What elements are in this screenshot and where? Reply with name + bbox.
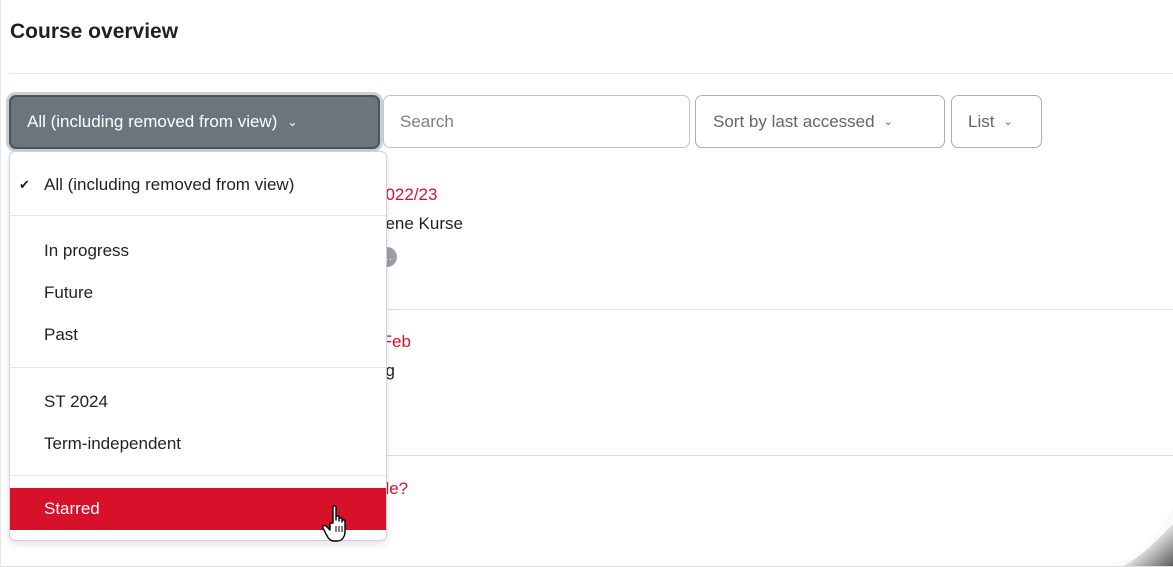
dropdown-item-past[interactable]: Past bbox=[10, 314, 386, 356]
chevron-down-icon: ⌄ bbox=[883, 116, 893, 128]
sort-dropdown-button[interactable]: Sort by last accessed ⌄ bbox=[695, 95, 945, 148]
dropdown-divider bbox=[10, 367, 386, 368]
dropdown-item-label: Term-independent bbox=[44, 434, 182, 453]
course-category: gene Kurse bbox=[376, 214, 463, 233]
chevron-down-icon: ⌄ bbox=[287, 115, 298, 129]
course-name-link[interactable]: 2022/23 bbox=[376, 185, 463, 205]
page-curl-decoration bbox=[1113, 506, 1173, 566]
grouping-filter-label: All (including removed from view) bbox=[27, 112, 278, 131]
sort-label: Sort by last accessed bbox=[713, 111, 875, 131]
search-placeholder: Search bbox=[400, 111, 454, 131]
grouping-dropdown-menu: ✔ All (including removed from view) In p… bbox=[9, 151, 387, 541]
dropdown-item-label: Starred bbox=[44, 499, 100, 518]
dropdown-item-in-progress[interactable]: In progress bbox=[10, 230, 386, 272]
dropdown-item-label: All (including removed from view) bbox=[44, 175, 295, 194]
course-item-1[interactable]: 2022/23 gene Kurse bbox=[376, 185, 463, 234]
dropdown-item-label: Past bbox=[44, 325, 79, 344]
grouping-filter-button[interactable]: All (including removed from view) ⌄ bbox=[9, 95, 380, 149]
dropdown-item-st-2024[interactable]: ST 2024 bbox=[10, 381, 386, 423]
chevron-down-icon: ⌄ bbox=[1003, 116, 1013, 128]
dropdown-item-future[interactable]: Future bbox=[10, 272, 386, 314]
dropdown-item-label: In progress bbox=[44, 241, 130, 260]
checkmark-icon: ✔ bbox=[19, 177, 30, 192]
page-frame: Course overview 2022/23 gene Kurse … -Fe… bbox=[0, 0, 1173, 567]
view-label: List bbox=[968, 111, 995, 131]
dropdown-item-all[interactable]: ✔ All (including removed from view) bbox=[10, 164, 386, 206]
dropdown-item-term-independent[interactable]: Term-independent bbox=[10, 423, 386, 465]
page-title: Course overview bbox=[10, 20, 179, 43]
hand-cursor-icon bbox=[322, 505, 346, 542]
dropdown-item-label: ST 2024 bbox=[44, 392, 108, 411]
view-dropdown-button[interactable]: List ⌄ bbox=[951, 95, 1042, 148]
dropdown-divider bbox=[10, 475, 386, 476]
dropdown-item-label: Future bbox=[44, 283, 94, 302]
heading-divider bbox=[10, 73, 1173, 74]
search-input[interactable]: Search bbox=[383, 95, 690, 148]
dropdown-divider bbox=[10, 215, 386, 216]
